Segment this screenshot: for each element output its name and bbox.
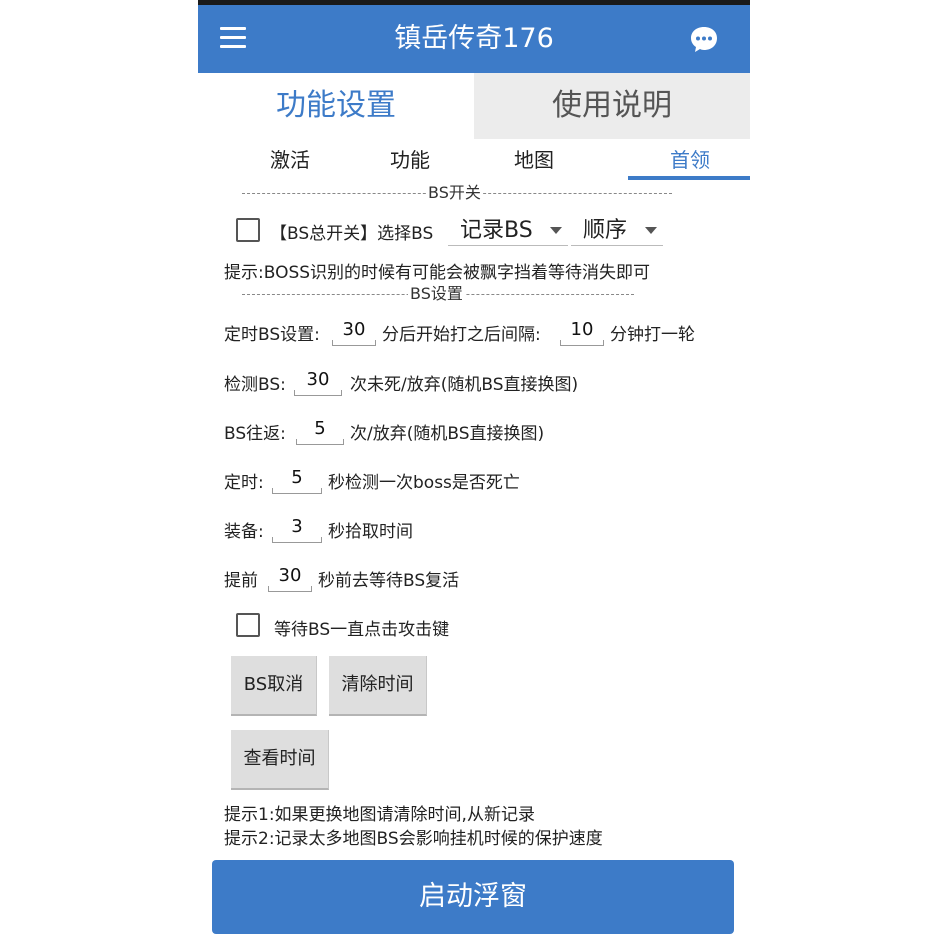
- check-timer-value: 5: [291, 467, 303, 488]
- detect-bs-label: 检测BS:: [224, 375, 286, 395]
- chat-bubble-icon[interactable]: [688, 23, 720, 55]
- equip-pickup-input[interactable]: 3: [272, 513, 322, 543]
- bs-switch-section-title: BS开关: [426, 183, 483, 203]
- cancel-bs-button[interactable]: BS取消: [231, 656, 317, 716]
- check-timer-label: 定时:: [224, 473, 264, 493]
- phone-screen: 镇岳传奇176 功能设置 使用说明 激活 功能 地图 首领 BS开关 【BS总开…: [198, 0, 750, 950]
- top-tab-bar: 功能设置 使用说明: [198, 73, 750, 139]
- bs-master-switch-checkbox[interactable]: [236, 218, 260, 242]
- tab-function-settings[interactable]: 功能设置: [198, 73, 474, 139]
- app-title: 镇岳传奇176: [394, 23, 554, 54]
- bs-settings-divider: BS设置: [242, 284, 634, 304]
- advance-label: 提前: [224, 571, 258, 591]
- timed-bs-suffix: 分钟打一轮: [610, 325, 695, 345]
- roundtrip-label: BS往返:: [224, 424, 286, 444]
- equip-suffix: 秒拾取时间: [328, 522, 413, 542]
- detect-bs-input[interactable]: 30: [294, 366, 342, 396]
- advance-input[interactable]: 30: [268, 562, 312, 592]
- timed-bs-mid-text: 分后开始打之后间隔:: [382, 325, 541, 345]
- bs-switch-divider: BS开关: [242, 183, 672, 203]
- sub-tab-boss[interactable]: 首领: [628, 142, 750, 178]
- equip-pickup-value: 3: [291, 516, 303, 537]
- check-timer-input[interactable]: 5: [272, 464, 322, 494]
- advance-value: 30: [278, 565, 302, 586]
- equip-label: 装备:: [224, 522, 264, 542]
- bs-mode-select-value: 记录BS: [460, 218, 533, 243]
- sub-tab-map[interactable]: 地图: [472, 142, 596, 178]
- roundtrip-input[interactable]: 5: [296, 415, 344, 445]
- bs-settings-section-title: BS设置: [408, 284, 465, 304]
- tab-usage-instructions[interactable]: 使用说明: [474, 73, 750, 139]
- detect-bs-suffix: 次未死/放弃(随机BS直接换图): [350, 375, 579, 395]
- hint-2: 提示2:记录太多地图BS会影响挂机时候的保护速度: [224, 829, 603, 849]
- sub-tab-activate[interactable]: 激活: [228, 142, 352, 178]
- chevron-down-icon: [550, 227, 562, 234]
- bs-order-select-value: 顺序: [583, 218, 628, 243]
- timed-bs-start-input[interactable]: 30: [332, 316, 376, 346]
- sub-tab-function[interactable]: 功能: [348, 142, 472, 178]
- hint-1: 提示1:如果更换地图请清除时间,从新记录: [224, 805, 535, 825]
- check-timer-suffix: 秒检测一次boss是否死亡: [328, 473, 520, 493]
- timed-bs-start-value: 30: [342, 319, 366, 340]
- bs-order-select[interactable]: 顺序: [571, 214, 663, 246]
- wait-attack-checkbox[interactable]: [236, 613, 260, 637]
- app-bar: 镇岳传奇176: [198, 5, 750, 73]
- advance-suffix: 秒前去等待BS复活: [318, 571, 460, 591]
- sub-tab-bar: 激活 功能 地图 首领: [228, 142, 750, 182]
- timed-bs-interval-value: 10: [570, 319, 594, 340]
- active-tab-indicator: [628, 176, 750, 180]
- bs-master-switch-label: 【BS总开关】选择BS: [270, 224, 434, 244]
- bs-mode-select[interactable]: 记录BS: [448, 214, 568, 246]
- chevron-down-icon: [645, 227, 657, 234]
- wait-attack-label: 等待BS一直点击攻击键: [274, 620, 450, 640]
- boss-recognition-hint: 提示:BOSS识别的时候有可能会被飘字挡着等待消失即可: [224, 263, 651, 283]
- detect-bs-value: 30: [306, 369, 330, 390]
- timed-bs-label: 定时BS设置:: [224, 325, 320, 345]
- start-float-window-button[interactable]: 启动浮窗: [212, 860, 734, 934]
- timed-bs-interval-input[interactable]: 10: [560, 316, 604, 346]
- roundtrip-suffix: 次/放弃(随机BS直接换图): [350, 424, 545, 444]
- view-time-button[interactable]: 查看时间: [231, 730, 329, 790]
- clear-time-button[interactable]: 清除时间: [329, 656, 427, 716]
- roundtrip-value: 5: [314, 418, 326, 439]
